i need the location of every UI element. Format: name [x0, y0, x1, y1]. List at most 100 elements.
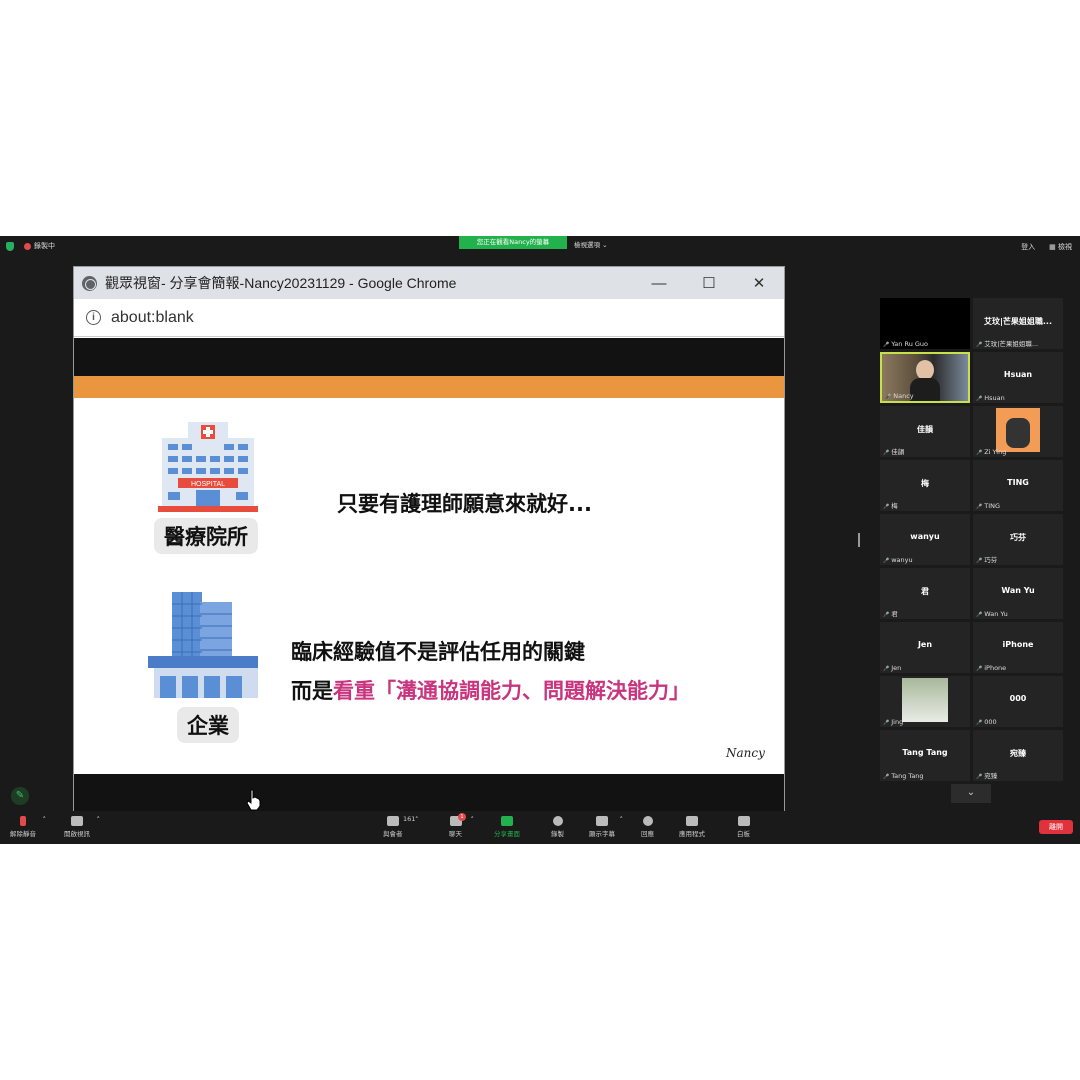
chat-badge: 1	[458, 813, 466, 821]
participant-tile[interactable]: 梅梅	[880, 460, 970, 511]
slide-top-band	[74, 338, 784, 376]
address-bar[interactable]: i about:blank	[74, 299, 784, 337]
captions-button[interactable]: 顯示字幕 ˄	[589, 816, 623, 838]
slide-orange-band	[74, 376, 784, 398]
participant-name: Hsuan	[1003, 370, 1033, 379]
chrome-title-bar[interactable]: 觀眾視窗- 分享會簡報-Nancy20231129 - Google Chrom…	[74, 267, 784, 299]
gallery-resize-handle[interactable]	[858, 533, 860, 547]
record-dot-icon	[24, 242, 31, 250]
participant-tile[interactable]: Wan Yu Wan Yu	[973, 568, 1063, 619]
sign-in-button[interactable]: 登入	[1021, 242, 1035, 252]
view-options-button[interactable]: 檢視選項 ⌄	[574, 239, 608, 249]
participant-name: 000	[1009, 694, 1027, 703]
participant-tile[interactable]: 君君	[880, 568, 970, 619]
chevron-up-icon[interactable]: ˄	[97, 816, 101, 824]
participant-label: 巧芬	[976, 554, 997, 564]
slide-text-1: 只要有護理師願意來就好...	[337, 492, 592, 516]
participant-tile[interactable]: 艾玟|芒果姐姐職... 艾玟|芒果姐姐職...	[973, 298, 1063, 349]
reactions-button[interactable]: 回應	[641, 816, 654, 838]
participant-tile[interactable]: Hsuan Hsuan	[973, 352, 1063, 403]
participant-label: Jing	[883, 718, 903, 726]
reactions-icon	[642, 816, 653, 826]
slide-text-3-highlight: 看重「溝通協調能力、問題解決能力」	[333, 679, 690, 703]
slide-label-hospital: 醫療院所	[154, 518, 258, 554]
view-button[interactable]: ▦ 檢視	[1049, 242, 1072, 252]
participant-label: Wan Yu	[976, 610, 1008, 618]
leave-button[interactable]: 離開	[1039, 820, 1073, 834]
minimize-button[interactable]: —	[634, 267, 684, 299]
participant-label: Zi Ying	[976, 448, 1006, 456]
whiteboard-icon	[737, 816, 750, 826]
slide-text-2: 臨床經驗值不是評估任用的關鍵	[291, 640, 585, 664]
participant-tile[interactable]: 佳韻佳韻	[880, 406, 970, 457]
chevron-up-icon[interactable]: ˄	[43, 816, 47, 824]
participant-tile[interactable]: 000 000	[973, 676, 1063, 727]
hospital-icon: HOSPITAL	[158, 422, 258, 512]
participant-name: Jen	[917, 640, 933, 649]
chat-button[interactable]: 聊天 1 ˄	[449, 813, 474, 838]
zoom-meeting-window: 錄製中 您正在觀看Nancy的螢幕 檢視選項 ⌄ 登入 ▦ 檢視 觀眾視窗- 分…	[0, 236, 1080, 844]
participant-label: 宛臻	[976, 770, 997, 780]
recording-indicator[interactable]: 錄製中	[24, 241, 55, 251]
participants-button[interactable]: 與會者 161 ˄	[383, 815, 419, 838]
close-button[interactable]: ✕	[734, 267, 784, 299]
participant-tile[interactable]: Jen Jen	[880, 622, 970, 673]
video-off-icon	[71, 816, 83, 826]
participant-tile[interactable]: Jing	[880, 676, 970, 727]
participant-name: 君	[921, 587, 929, 596]
participant-tile[interactable]: TING TING	[973, 460, 1063, 511]
participant-label: 000	[976, 718, 996, 726]
viewing-screen-banner: 您正在觀看Nancy的螢幕	[459, 236, 567, 249]
participant-tile[interactable]: 宛臻宛臻	[973, 730, 1063, 781]
maximize-button[interactable]: ☐	[684, 267, 734, 299]
participant-tile[interactable]: 巧芬巧芬	[973, 514, 1063, 565]
zoom-top-bar: 錄製中 您正在觀看Nancy的螢幕 檢視選項 ⌄ 登入 ▦ 檢視	[0, 236, 1080, 256]
apps-icon	[686, 816, 698, 826]
chevron-up-icon[interactable]: ˄	[620, 816, 624, 824]
participant-tile[interactable]: iPhone iPhone	[973, 622, 1063, 673]
participant-label: Jen	[883, 664, 901, 672]
participant-label: wanyu	[883, 556, 912, 564]
whiteboard-button[interactable]: 白板	[737, 816, 750, 838]
apps-button[interactable]: 應用程式	[679, 816, 705, 838]
edit-pencil-button[interactable]: ✎	[11, 787, 29, 805]
security-shield-icon[interactable]	[6, 241, 14, 251]
participant-tile[interactable]: wanyu wanyu	[880, 514, 970, 565]
participant-name: 巧芬	[1010, 533, 1026, 542]
participant-tile[interactable]: Tang Tang Tang Tang	[880, 730, 970, 781]
participant-label: 艾玟|芒果姐姐職...	[976, 338, 1038, 348]
unmute-button[interactable]: 解除靜音 ˄	[10, 816, 46, 838]
info-icon[interactable]: i	[86, 310, 101, 325]
zoom-bottom-toolbar: 解除靜音 ˄ 開啟視訊 ˄ 與會者 161 ˄ 聊天 1 ˄ 分享畫面 錄製 顯示字幕 ˄ 回…	[0, 811, 1080, 844]
chevron-up-icon[interactable]: ˄	[471, 816, 475, 824]
participant-name: 艾玟|芒果姐姐職...	[983, 317, 1053, 326]
record-button[interactable]: 錄製	[551, 816, 564, 838]
mic-muted-icon	[20, 816, 26, 826]
share-screen-button[interactable]: 分享畫面	[494, 816, 520, 838]
start-video-button[interactable]: 開啟視訊 ˄	[64, 816, 100, 838]
chrome-window: 觀眾視窗- 分享會簡報-Nancy20231129 - Google Chrom…	[73, 266, 785, 813]
participant-name: wanyu	[910, 532, 940, 541]
address-text: about:blank	[111, 308, 194, 326]
slide-text-3-prefix: 而是	[291, 679, 333, 703]
chevron-up-icon[interactable]: ˄	[415, 816, 419, 824]
participant-avatar	[902, 678, 948, 722]
participant-tile[interactable]: Zi Ying	[973, 406, 1063, 457]
participant-tile[interactable]: Yan Ru Guo	[880, 298, 970, 349]
participant-name: Tang Tang	[902, 748, 948, 757]
participant-label: Nancy	[885, 392, 913, 400]
slide-text-3: 而是看重「溝通協調能力、問題解決能力」	[291, 675, 690, 705]
participants-count: 161	[403, 815, 416, 823]
participant-name: 佳韻	[917, 425, 933, 434]
participant-name: Wan Yu	[1001, 586, 1035, 595]
participant-label: iPhone	[976, 664, 1006, 672]
participant-label: Yan Ru Guo	[883, 340, 928, 348]
participant-avatar	[996, 408, 1040, 452]
participant-name: iPhone	[1002, 640, 1034, 649]
gallery-scroll-down-button[interactable]: ⌄	[951, 784, 991, 803]
participant-label: 佳韻	[883, 446, 904, 456]
participant-label: 君	[883, 608, 898, 618]
participant-tile[interactable]: Nancy	[880, 352, 970, 403]
share-screen-icon	[501, 816, 513, 826]
presentation-slide: HOSPITAL 醫療院所 只要有護理師願意來就好... 企業 臨床經驗值不是評…	[74, 338, 784, 812]
